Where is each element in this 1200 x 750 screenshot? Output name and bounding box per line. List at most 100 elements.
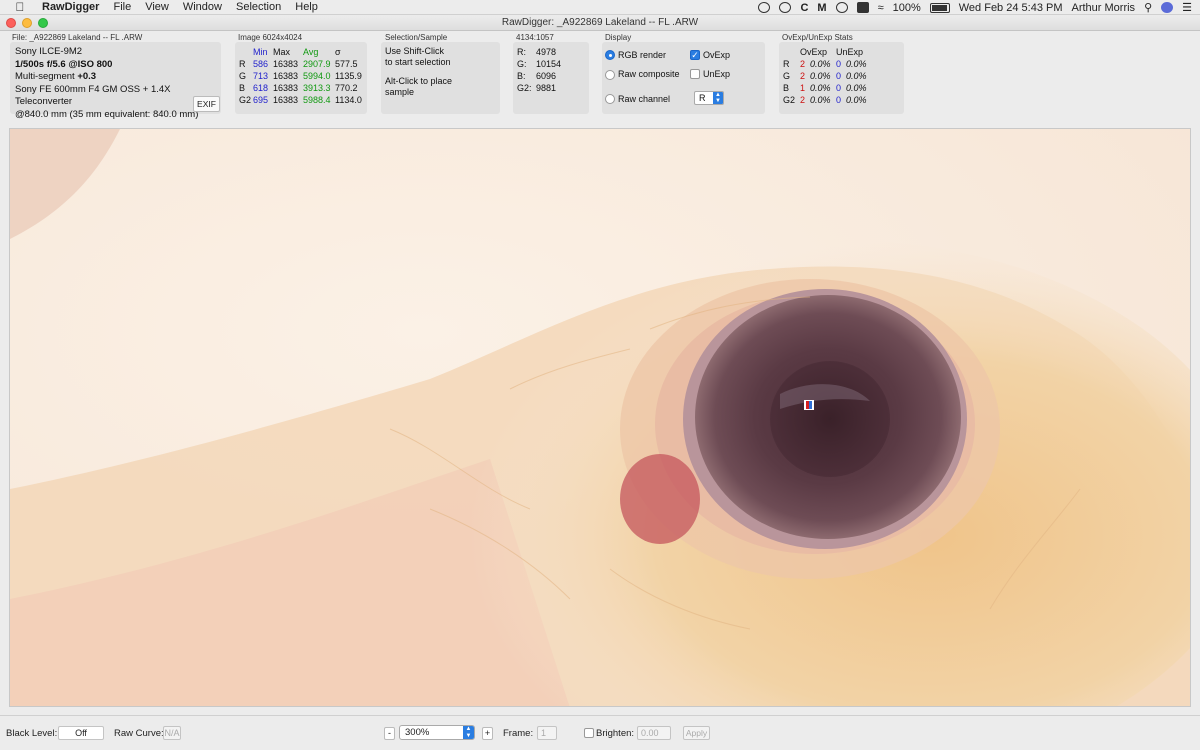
ov-header-ovexp: OvExp [800,47,828,57]
stats-avg: 5988.4 [303,95,331,105]
zoom-out-button[interactable]: - [384,727,395,740]
lens-name: Sony FE 600mm F4 GM OSS + 1.4X Teleconve… [15,83,171,108]
menu-help[interactable]: Help [295,1,318,13]
unexp-label[interactable]: UnExp [703,69,730,79]
raw-composite-label[interactable]: Raw composite [618,69,680,79]
brighten-stepper[interactable]: 0.00 [637,726,671,740]
skype-icon[interactable] [779,2,792,13]
user-name[interactable]: Arthur Morris [1072,2,1136,14]
status-menus: C M ≈ 100% Wed Feb 24 5:43 PM Arthur Mor… [758,0,1192,15]
apple-menu-icon[interactable]:  [12,0,28,14]
un-percent: 0.0% [846,59,867,69]
exif-button[interactable]: EXIF [193,96,220,112]
raw-composite-radio[interactable] [605,70,615,80]
camera-model: Sony ILCE-9M2 [15,46,83,57]
ov-channel: G2 [783,95,796,105]
notification-center-icon[interactable]: ☰ [1182,1,1192,14]
frame-stepper[interactable]: 1 [537,726,557,740]
ov-row-r: R 2 0.0% 0 0.0% [783,58,869,70]
file-panel-label: File: _A922869 Lakeland -- FL .ARW [12,33,143,42]
c-app-icon[interactable]: C [800,2,808,14]
sample-value: 10154 [536,59,562,69]
creative-cloud-icon[interactable] [758,2,771,13]
raw-channel-label[interactable]: Raw channel [618,94,670,104]
menu-app-name[interactable]: RawDigger [42,1,99,13]
minimize-window-button[interactable] [22,18,32,28]
sample-row-b: B: 6096 [517,71,556,81]
exposure-compensation: +0.3 [77,71,97,82]
ov-row-g: G 2 0.0% 0 0.0% [783,70,869,82]
raw-curve-field[interactable]: N/A [163,726,181,740]
stats-sigma: 770.2 [335,83,358,93]
ov-row-b: B 1 0.0% 0 0.0% [783,82,869,94]
close-window-button[interactable] [6,18,16,28]
rgb-render-radio[interactable] [605,50,615,60]
stats-max: 16383 [273,59,299,69]
raw-channel-radio[interactable] [605,94,615,104]
stats-channel: G [239,71,247,81]
exposure-settings: 1/500s f/5.6 @ISO 800 [15,58,113,70]
un-count: 0 [836,95,842,105]
sync-icon[interactable] [835,2,848,13]
selection-panel-label: Selection/Sample [385,33,448,42]
clock[interactable]: Wed Feb 24 5:43 PM [959,2,1063,14]
spotlight-search-icon[interactable]: ⚲ [1144,1,1152,14]
ov-header-channel [783,46,800,58]
stats-max: 16383 [273,71,299,81]
window-title-bar: RawDigger: _A922869 Lakeland -- FL .ARW [0,15,1200,31]
apply-button[interactable]: Apply [683,726,710,740]
siri-icon[interactable] [1161,2,1174,13]
rgb-render-label[interactable]: RGB render [618,50,666,60]
ov-count: 2 [800,71,806,81]
stats-min: 713 [253,71,269,81]
raw-curve-label: Raw Curve: [114,728,164,739]
zoom-window-button[interactable] [38,18,48,28]
sample-value: 9881 [536,83,557,93]
frame-label: Frame: [503,728,534,739]
ovexp-label[interactable]: OvExp [703,50,730,60]
wifi-icon[interactable]: ≈ [878,2,884,14]
display-icon[interactable] [856,2,869,13]
black-level-field[interactable]: Off [58,726,104,740]
zoom-value: 300% [405,727,430,738]
menu-view[interactable]: View [145,1,169,13]
un-percent: 0.0% [846,83,867,93]
un-percent: 0.0% [846,71,867,81]
un-count: 0 [836,59,842,69]
image-stats-panel: Min Max Avg σ R 586 16383 2907.9 577.5 G… [235,42,367,114]
ov-percent: 0.0% [810,71,831,81]
menu-selection[interactable]: Selection [236,1,281,13]
sample-key: G: [517,59,527,69]
raw-channel-select[interactable]: R ▲ ▼ [694,91,724,105]
brighten-checkbox[interactable] [584,728,594,738]
ov-percent: 0.0% [810,95,831,105]
selection-hint-4: sample [385,87,415,97]
sample-row-g: G: 10154 [517,59,561,69]
stats-sigma: 577.5 [335,59,358,69]
ov-percent: 0.0% [810,59,831,69]
stats-avg: 2907.9 [303,59,331,69]
stats-avg: 3913.3 [303,83,331,93]
stats-header-min: Min [253,47,268,57]
zoom-in-button[interactable]: + [482,727,493,740]
sample-coords-label: 4134:1057 [516,33,554,42]
stats-sigma: 1135.9 [335,71,362,81]
unexp-checkbox[interactable] [690,69,700,79]
stats-min: 695 [253,95,269,105]
sample-values-panel: R: 4978 G: 10154 B: 6096 G2: 9881 [513,42,589,114]
sample-row-r: R: 4978 [517,47,556,57]
battery-icon[interactable] [929,2,950,13]
menu-window[interactable]: Window [183,1,222,13]
raw-image-viewport[interactable] [9,128,1191,707]
stats-sigma: 1134.0 [335,95,362,105]
un-percent: 0.0% [846,95,867,105]
battery-percent[interactable]: 100% [893,2,921,14]
malwarebytes-icon[interactable]: M [817,2,826,14]
display-panel-label: Display [605,33,632,42]
stats-channel: G2 [239,95,252,105]
ovexp-checkbox[interactable]: ✓ [690,50,700,60]
zoom-select[interactable]: 300% ▲ ▼ [399,725,475,740]
menu-file[interactable]: File [113,1,131,13]
black-level-label: Black Level: [6,728,58,739]
focal-length: @840.0 mm (35 mm equivalent: 840.0 mm) [15,108,199,120]
